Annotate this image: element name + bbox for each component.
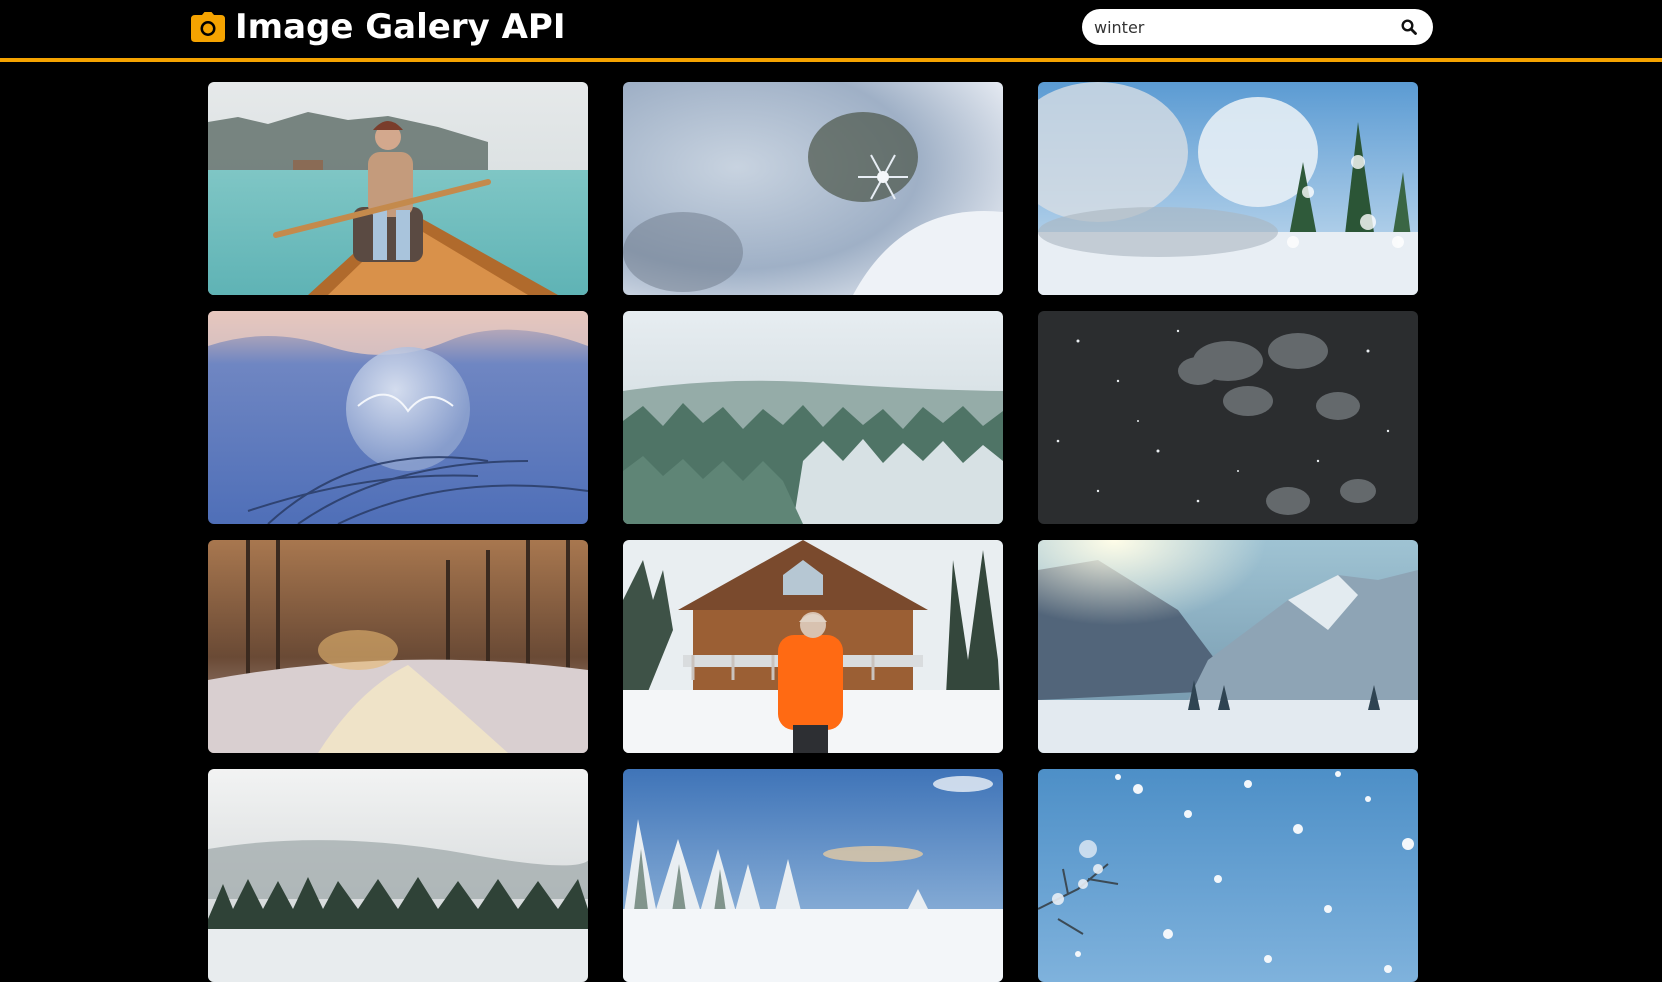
gallery-image[interactable] xyxy=(1038,311,1418,524)
camera-icon xyxy=(191,12,225,42)
app-header: Image Galery API xyxy=(0,0,1662,62)
gallery-image[interactable] xyxy=(623,540,1003,753)
brand: Image Galery API xyxy=(191,6,565,48)
search-bar xyxy=(1082,9,1433,45)
gallery-image[interactable] xyxy=(623,82,1003,295)
gallery-image[interactable] xyxy=(1038,540,1418,753)
gallery-image[interactable] xyxy=(623,311,1003,524)
gallery-image[interactable] xyxy=(208,540,588,753)
gallery-image[interactable] xyxy=(208,82,588,295)
gallery-image[interactable] xyxy=(208,769,588,982)
search-input[interactable] xyxy=(1094,12,1397,42)
gallery-image[interactable] xyxy=(208,311,588,524)
search-button[interactable] xyxy=(1397,15,1421,39)
gallery-image[interactable] xyxy=(1038,769,1418,982)
gallery-image[interactable] xyxy=(1038,82,1418,295)
app-title: Image Galery API xyxy=(235,7,566,47)
search-icon xyxy=(1401,19,1417,35)
gallery-image[interactable] xyxy=(623,769,1003,982)
image-gallery xyxy=(208,82,1420,982)
